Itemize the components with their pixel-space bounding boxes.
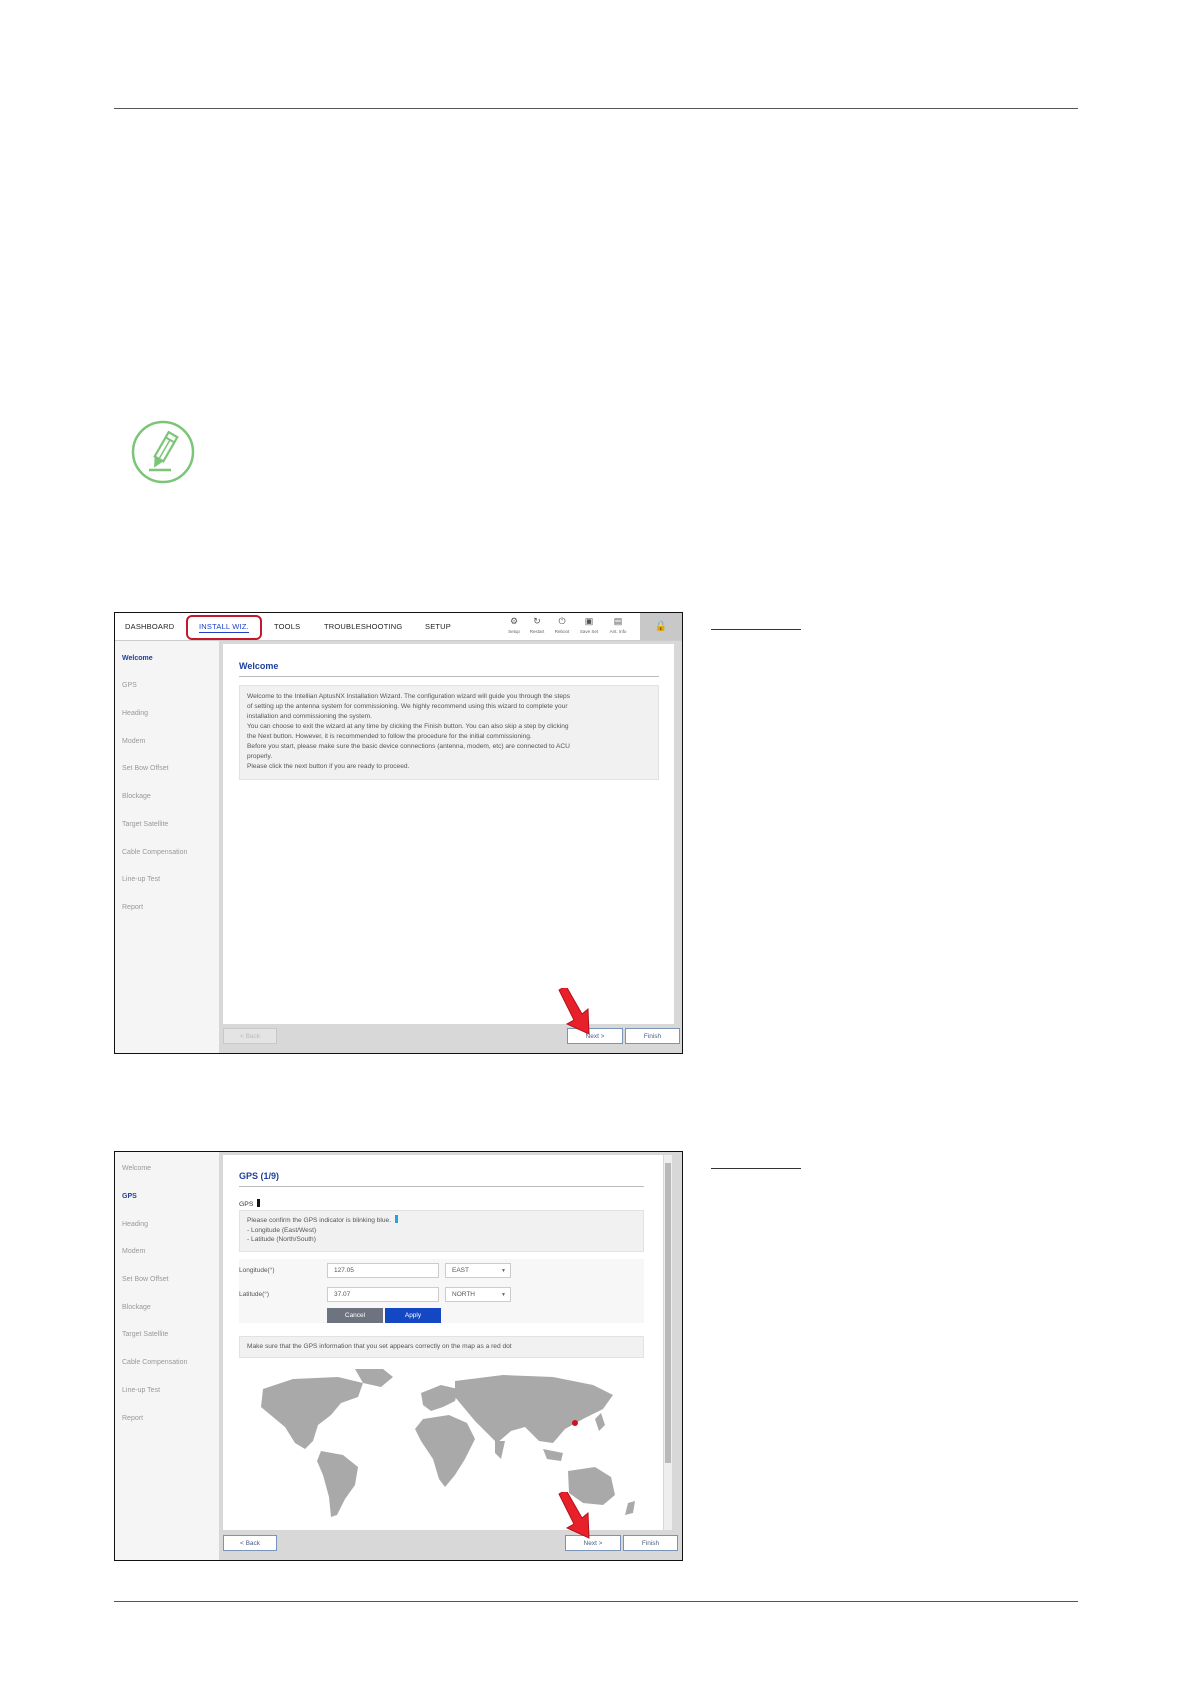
longitude-direction-select[interactable]: EAST ▼ [445,1263,511,1278]
nav-dashboard[interactable]: DASHBOARD [125,622,174,631]
red-arrow-icon [558,1492,590,1539]
lock-icon[interactable]: 🔒 [640,613,682,640]
nav-tools[interactable]: TOOLS [274,622,300,631]
gps-info-box: Please confirm the GPS indicator is blin… [239,1210,644,1252]
title-divider [239,1186,644,1187]
sidebar-item-gps[interactable]: GPS [122,1193,137,1200]
sidebar-item-line-up-test[interactable]: Line-up Test [122,1387,160,1394]
cancel-button[interactable]: Cancel [327,1308,383,1323]
latitude-input[interactable]: 37.07 [327,1287,439,1302]
note-pencil-icon [131,420,195,484]
apply-button[interactable]: Apply [385,1308,441,1323]
gps-panel: GPS (1/9) GPS Please confirm the GPS ind… [223,1155,663,1530]
sidebar-item-blockage[interactable]: Blockage [122,1304,151,1311]
scroll-thumb[interactable] [665,1163,671,1463]
map-note: Make sure that the GPS information that … [239,1336,644,1358]
welcome-text: Welcome to the Intellian AptusNX Install… [239,685,659,780]
wizard-sidebar: Welcome GPS Heading Modem Set Bow Offset… [115,641,219,1053]
sidebar-item-report[interactable]: Report [122,904,143,911]
sidebar-item-report[interactable]: Report [122,1415,143,1422]
nav-setup[interactable]: SETUP [425,622,451,631]
welcome-screenshot: DASHBOARD INSTALL WIZ. TOOLS TROUBLESHOO… [114,612,683,1054]
location-dot-icon [572,1420,578,1426]
tool-ant-info[interactable]: ▤ Ant. Info [607,616,629,634]
top-nav: DASHBOARD INSTALL WIZ. TOOLS TROUBLESHOO… [115,613,682,641]
panel-title: Welcome [239,661,279,671]
save-icon: ▣ [584,616,594,626]
tool-save-set[interactable]: ▣ Save Set [578,616,600,634]
red-arrow-icon [558,988,590,1035]
sidebar-item-welcome[interactable]: Welcome [122,655,153,662]
back-button[interactable]: < Back [223,1028,277,1044]
sidebar-item-set-bow-offset[interactable]: Set Bow Offset [122,1276,169,1283]
wizard-sidebar: Welcome GPS Heading Modem Set Bow Offset… [115,1152,219,1560]
main-area: Welcome Welcome to the Intellian AptusNX… [219,641,682,1053]
power-icon: ⏻ [558,616,566,626]
sidebar-item-target-satellite[interactable]: Target Satellite [122,1331,168,1338]
sidebar-item-welcome[interactable]: Welcome [122,1165,151,1172]
tool-setup[interactable]: ⚙ Setup [503,616,525,634]
gps-screenshot: Welcome GPS Heading Modem Set Bow Offset… [114,1151,683,1561]
sidebar-item-modem[interactable]: Modem [122,1248,145,1255]
longitude-input[interactable]: 127.05 [327,1263,439,1278]
sidebar-item-cable-compensation[interactable]: Cable Compensation [122,1359,187,1366]
latitude-direction-select[interactable]: NORTH ▼ [445,1287,511,1302]
longitude-label: Longitude(°) [239,1267,275,1274]
footer-rule [114,1601,1078,1602]
blue-indicator-icon [395,1215,399,1223]
back-button[interactable]: < Back [223,1535,277,1551]
sidebar-item-cable-compensation[interactable]: Cable Compensation [122,849,187,856]
panel-title: GPS (1/9) [239,1171,280,1181]
callout-line-1 [711,629,801,630]
latitude-label: Latitude(°) [239,1291,270,1298]
restart-icon: ↻ [533,616,541,626]
panel-scrollbar[interactable] [664,1155,672,1530]
coord-form: Longitude(°) 127.05 EAST ▼ Latitude(°) 37… [239,1259,644,1323]
gear-icon: ⚙ [509,616,519,626]
sidebar-item-gps[interactable]: GPS [122,682,137,689]
sidebar-item-line-up-test[interactable]: Line-up Test [122,876,160,883]
sidebar-item-modem[interactable]: Modem [122,738,145,745]
tool-reboot[interactable]: ⏻ Reboot [551,616,573,634]
nav-troubleshooting[interactable]: TROUBLESHOOTING [324,622,402,631]
finish-button[interactable]: Finish [623,1535,678,1551]
sidebar-item-heading[interactable]: Heading [122,1221,148,1228]
gps-label: GPS [239,1199,261,1208]
title-divider [239,676,659,677]
install-wiz-highlight [186,615,262,640]
sidebar-item-heading[interactable]: Heading [122,710,148,717]
gps-indicator-icon [257,1199,261,1207]
chevron-down-icon: ▼ [501,1292,506,1298]
header-rule [114,108,1078,109]
sidebar-item-blockage[interactable]: Blockage [122,793,151,800]
sidebar-item-target-satellite[interactable]: Target Satellite [122,821,168,828]
welcome-panel: Welcome Welcome to the Intellian AptusNX… [223,644,674,1024]
finish-button[interactable]: Finish [625,1028,680,1044]
info-icon: ▤ [613,616,623,626]
main-area: GPS (1/9) GPS Please confirm the GPS ind… [219,1152,682,1560]
tool-restart[interactable]: ↻ Restart [526,616,548,634]
chevron-down-icon: ▼ [501,1268,506,1274]
callout-line-2 [711,1168,801,1169]
sidebar-item-set-bow-offset[interactable]: Set Bow Offset [122,765,169,772]
